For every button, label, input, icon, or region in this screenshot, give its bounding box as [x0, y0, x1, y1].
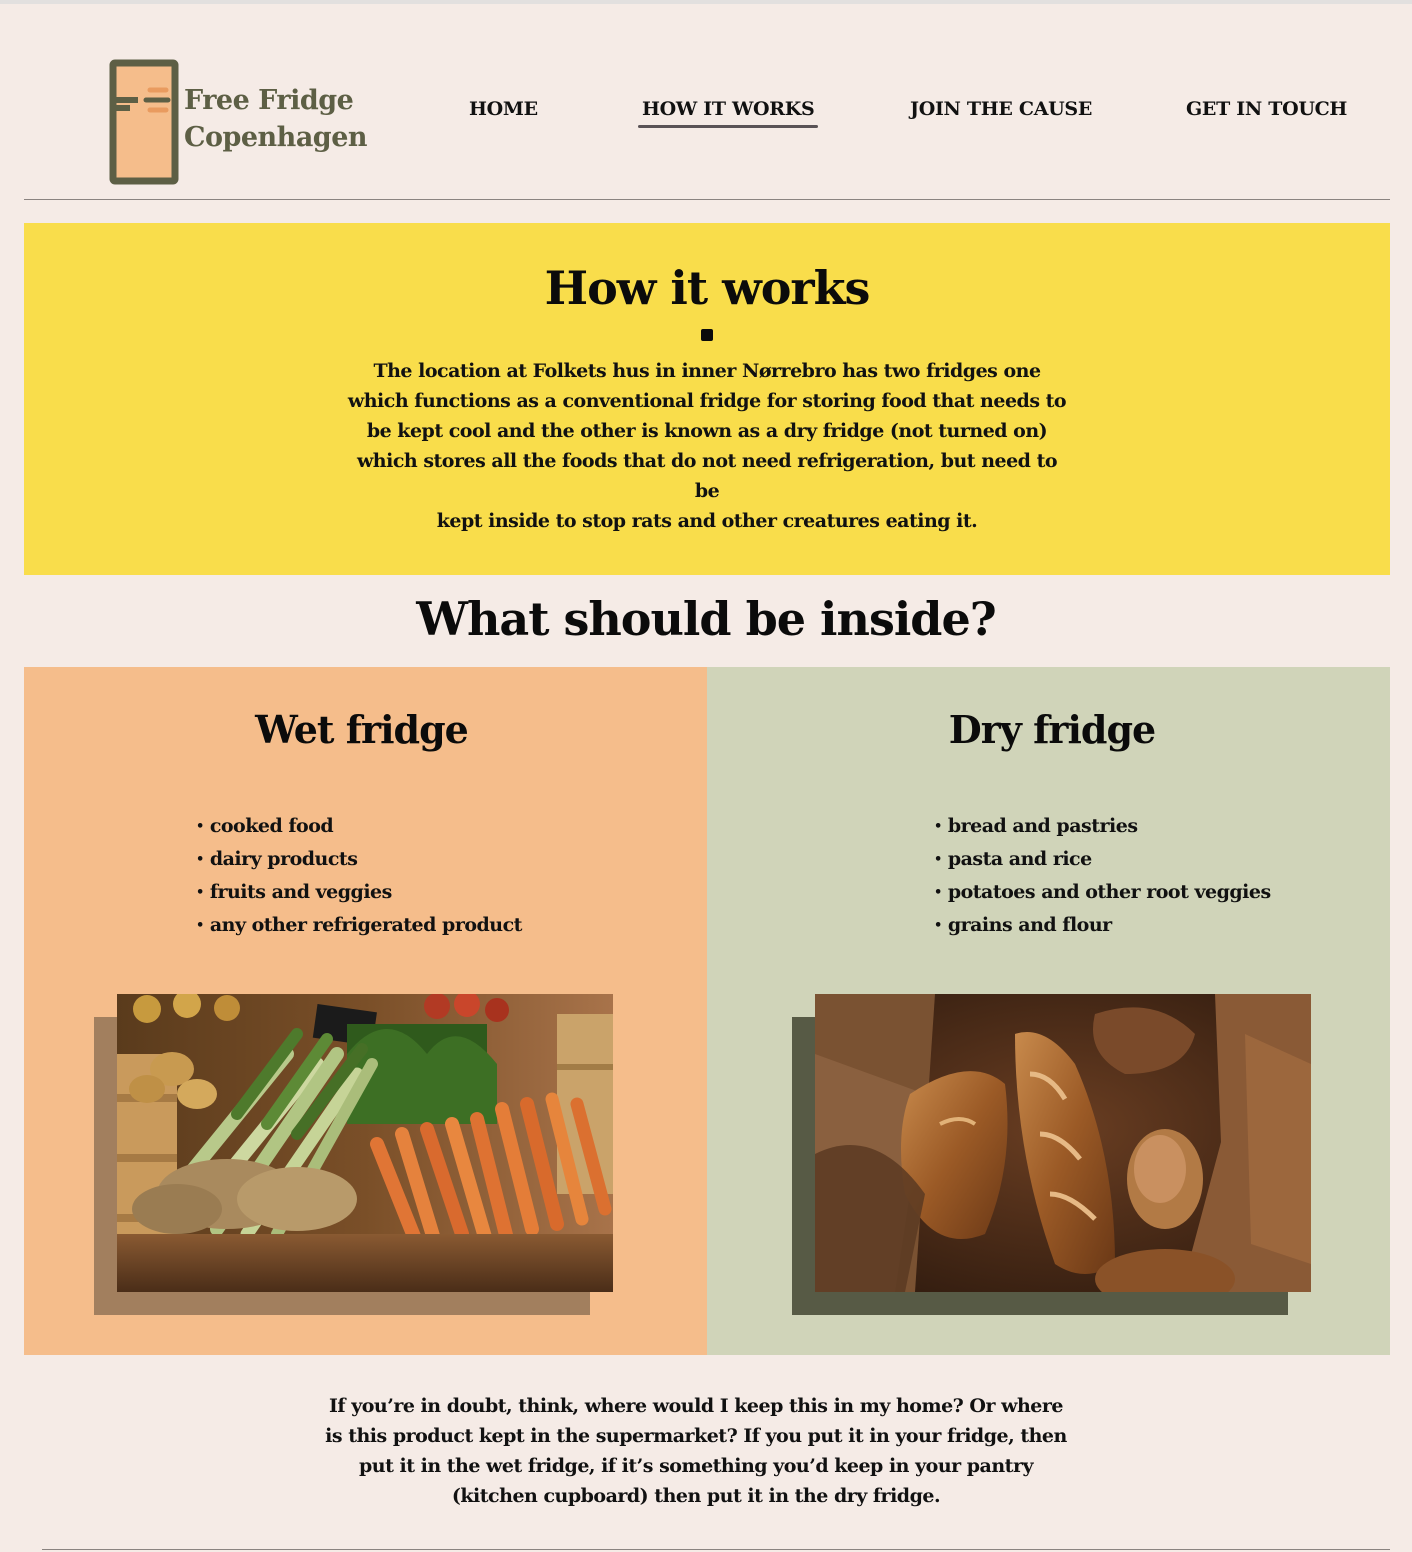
dry-fridge-title: Dry fridge	[948, 707, 1156, 752]
main-nav: HOME HOW IT WORKS JOIN THE CAUSE GET IN …	[0, 98, 1412, 138]
dry-item: potatoes and other root veggies	[934, 877, 1271, 910]
how-it-works-title: How it works	[544, 261, 871, 315]
doubt-line-3: put it in the wet fridge, if it’s someth…	[359, 1455, 1034, 1477]
doubt-guidance-text: If you’re in doubt, think, where would I…	[316, 1391, 1076, 1511]
bread-bag-photo	[815, 994, 1311, 1292]
dry-item: bread and pastries	[934, 811, 1271, 844]
nav-get-in-touch[interactable]: GET IN TOUCH	[1186, 98, 1347, 120]
dry-item: grains and flour	[934, 910, 1271, 943]
wet-fridge-panel: Wet fridge cooked food dairy products fr…	[24, 667, 707, 1355]
how-it-works-text: The location at Folkets hus in inner Nør…	[347, 356, 1067, 536]
vegetables-market-photo	[117, 994, 613, 1292]
how-line-5: kept inside to stop rats and other creat…	[436, 510, 978, 532]
dry-item: pasta and rice	[934, 844, 1271, 877]
site-header: Free Fridge Copenhagen HOME HOW IT WORKS…	[0, 0, 1412, 200]
nav-join-the-cause[interactable]: JOIN THE CAUSE	[910, 98, 1092, 120]
how-line-3: be kept cool and the other is known as a…	[366, 420, 1048, 442]
title-dot-ornament	[701, 329, 713, 341]
doubt-line-1: If you’re in doubt, think, where would I…	[329, 1395, 1063, 1417]
wet-item: any other refrigerated product	[196, 910, 523, 943]
what-inside-title: What should be inside?	[416, 592, 996, 646]
how-line-4: which stores all the foods that do not n…	[356, 450, 1058, 502]
wet-fridge-title: Wet fridge	[255, 707, 469, 752]
how-line-2: which functions as a conventional fridge…	[347, 390, 1067, 412]
doubt-line-4: (kitchen cupboard) then put it in the dr…	[451, 1485, 941, 1507]
how-it-works-section: How it works The location at Folkets hus…	[24, 223, 1390, 575]
nav-how-it-works[interactable]: HOW IT WORKS	[637, 98, 819, 128]
wet-item: dairy products	[196, 844, 522, 877]
dry-fridge-list: bread and pastries pasta and rice potato…	[934, 811, 1271, 943]
wet-item: fruits and veggies	[196, 877, 522, 910]
wet-fridge-list: cooked food dairy products fruits and ve…	[196, 811, 523, 943]
header-divider	[24, 199, 1390, 200]
wet-item: cooked food	[196, 811, 522, 844]
how-line-1: The location at Folkets hus in inner Nør…	[373, 360, 1041, 382]
footer-divider	[42, 1549, 1390, 1550]
doubt-line-2: is this product kept in the supermarket?…	[325, 1425, 1067, 1447]
dry-fridge-panel: Dry fridge bread and pastries pasta and …	[707, 667, 1390, 1355]
nav-home[interactable]: HOME	[469, 98, 538, 120]
